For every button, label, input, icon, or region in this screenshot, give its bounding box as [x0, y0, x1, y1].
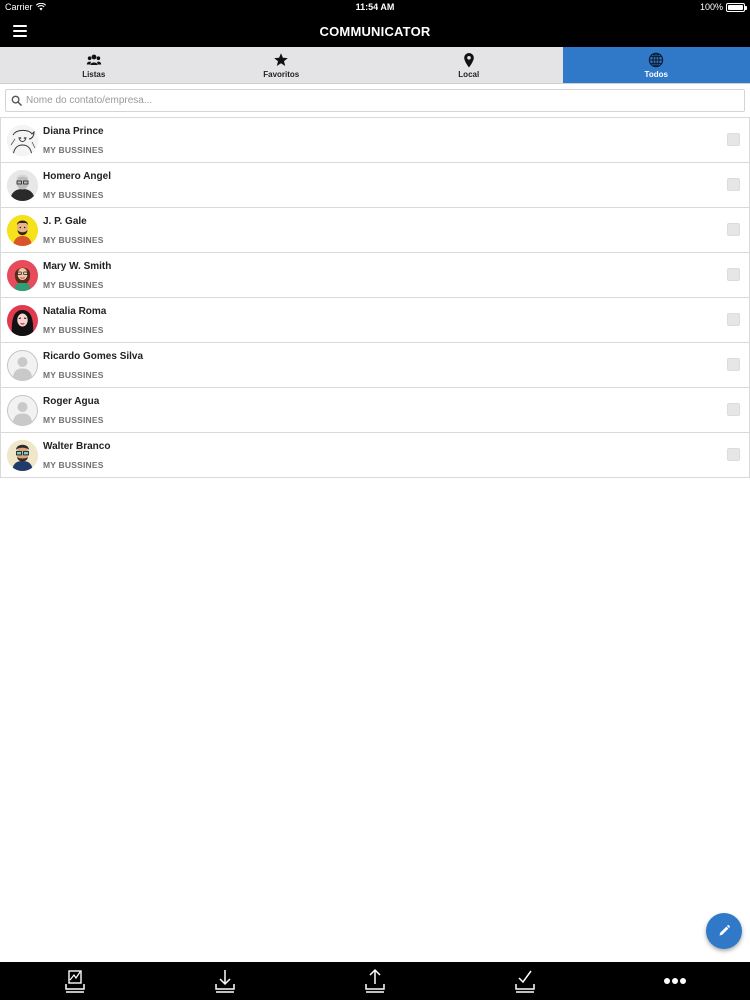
contact-name: Homero Angel [43, 171, 111, 182]
header-bar: COMMUNICATOR [0, 16, 750, 47]
tab-listas[interactable]: Listas [0, 47, 188, 83]
contact-row[interactable]: Natalia Roma MY BUSSINES [0, 298, 750, 343]
location-pin-icon [463, 52, 474, 67]
filter-tabs: Listas Favoritos Local Todos [0, 47, 750, 84]
select-checkbox[interactable] [727, 448, 740, 461]
upload-icon [365, 968, 385, 993]
contact-company: MY BUSSINES [43, 370, 104, 380]
contact-row[interactable]: Diana Prince MY BUSSINES [0, 118, 750, 163]
contact-company: MY BUSSINES [43, 145, 104, 155]
page-title: COMMUNICATOR [319, 24, 431, 39]
contact-row[interactable]: J. P. Gale MY BUSSINES [0, 208, 750, 253]
search-box [5, 89, 745, 112]
sign-document-icon [65, 970, 85, 993]
contact-name: Mary W. Smith [43, 261, 112, 272]
select-checkbox[interactable] [727, 133, 740, 146]
globe-icon [649, 52, 664, 67]
avatar [7, 305, 38, 336]
more-dots-icon [664, 978, 686, 984]
select-checkbox[interactable] [727, 268, 740, 281]
popart-woman-avatar [7, 305, 38, 336]
avatar [7, 125, 38, 156]
compose-fab-button[interactable] [706, 913, 742, 949]
contact-company: MY BUSSINES [43, 235, 104, 245]
tab-local[interactable]: Local [375, 47, 563, 83]
battery-icon [726, 2, 747, 12]
more-options-button[interactable] [600, 962, 750, 1000]
tab-label: Local [458, 69, 480, 79]
select-checkbox[interactable] [727, 178, 740, 191]
tab-label: Todos [644, 69, 668, 79]
search-icon [11, 95, 22, 106]
pencil-icon [719, 925, 730, 936]
contact-list: Diana Prince MY BUSSINES Homero Angel MY… [0, 117, 750, 478]
avatar [7, 215, 38, 246]
illustrated-man-avatar [7, 215, 38, 246]
avatar [7, 260, 38, 291]
contact-company: MY BUSSINES [43, 325, 104, 335]
contact-company: MY BUSSINES [43, 415, 104, 425]
download-icon [215, 970, 235, 993]
select-checkbox[interactable] [727, 358, 740, 371]
status-bar: Carrier 11:54 AM 100% [0, 0, 750, 16]
upload-button[interactable] [300, 962, 450, 1000]
avatar [7, 395, 38, 426]
tab-label: Favoritos [263, 69, 300, 79]
search-input[interactable] [26, 95, 726, 106]
select-checkbox[interactable] [727, 223, 740, 236]
select-checkbox[interactable] [727, 403, 740, 416]
default-user-icon [7, 350, 38, 381]
sketch-portrait-avatar [7, 125, 38, 156]
select-checkbox[interactable] [727, 313, 740, 326]
clock: 11:54 AM [355, 2, 395, 12]
avatar [7, 350, 38, 381]
tab-todos[interactable]: Todos [562, 47, 750, 83]
battery-status: 100% [699, 2, 747, 12]
tab-label: Listas [82, 69, 106, 79]
star-icon [274, 52, 289, 66]
contact-row[interactable]: Homero Angel MY BUSSINES [0, 163, 750, 208]
sign-document-button[interactable] [0, 962, 150, 1000]
checkmark-tray-icon [515, 970, 535, 993]
contact-row[interactable]: Ricardo Gomes Silva MY BUSSINES [0, 343, 750, 388]
contact-name: Natalia Roma [43, 306, 107, 317]
bottom-toolbar [0, 962, 750, 1000]
contact-row[interactable]: Roger Agua MY BUSSINES [0, 388, 750, 433]
contact-name: Walter Branco [43, 441, 111, 452]
contact-name: Roger Agua [43, 396, 100, 407]
bw-portrait-avatar [7, 170, 38, 201]
avatar [7, 170, 38, 201]
contact-row[interactable]: Walter Branco MY BUSSINES [0, 433, 750, 478]
tab-favoritos[interactable]: Favoritos [188, 47, 376, 83]
people-icon [86, 54, 101, 65]
confirm-button[interactable] [450, 962, 600, 1000]
illustrated-woman-avatar [7, 260, 38, 291]
contact-company: MY BUSSINES [43, 190, 104, 200]
app-window: Carrier 11:54 AM 100% COMMUNICATOR Lista… [0, 0, 750, 1000]
contact-name: Diana Prince [43, 126, 104, 137]
contact-name: Ricardo Gomes Silva [43, 351, 144, 362]
contact-company: MY BUSSINES [43, 280, 104, 290]
contact-name: J. P. Gale [43, 216, 87, 227]
avatar [7, 440, 38, 471]
contact-company: MY BUSSINES [43, 460, 104, 470]
download-button[interactable] [150, 962, 300, 1000]
default-user-icon [7, 395, 38, 426]
contact-row[interactable]: Mary W. Smith MY BUSSINES [0, 253, 750, 298]
illustrated-man-glasses-avatar [7, 440, 38, 471]
battery-percent: 100% [699, 2, 723, 12]
